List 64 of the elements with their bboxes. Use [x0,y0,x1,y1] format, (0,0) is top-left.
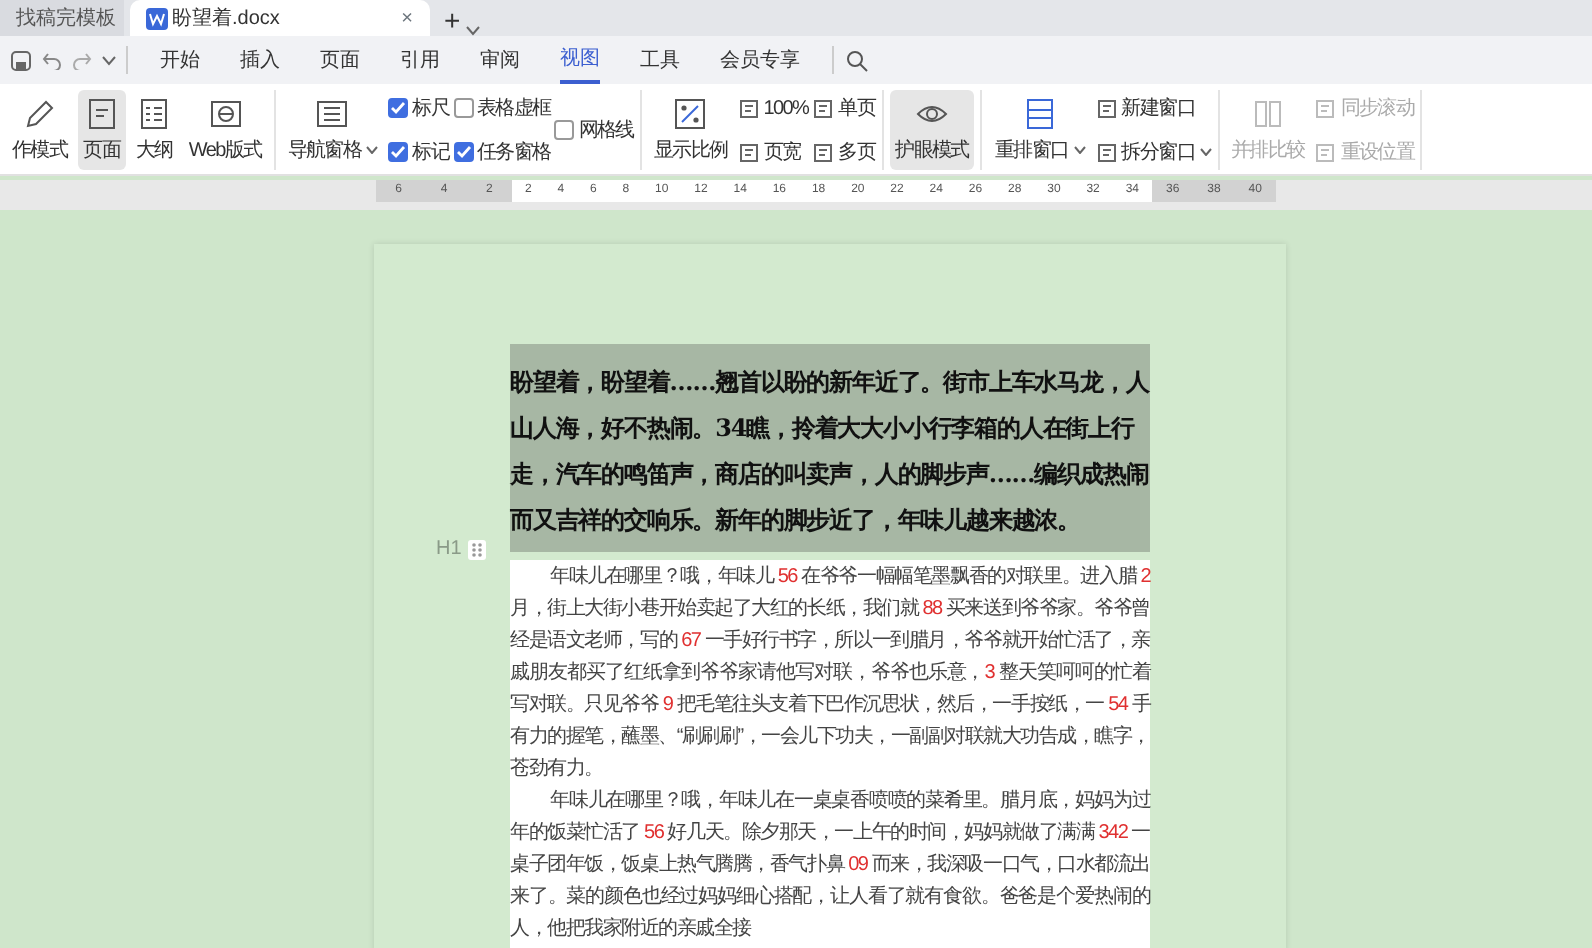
list-icon [136,95,173,131]
columns-icon [1249,95,1286,131]
page-icon [83,95,120,131]
new-tab-button[interactable]: + [444,4,461,36]
page-icon [812,141,835,163]
menu-tab[interactable]: 开始 [160,39,200,81]
ribbon-button[interactable]: 新建窗口 [1095,93,1211,123]
menu-tab[interactable]: 审阅 [480,39,520,81]
document-tab[interactable]: 找稿完模板 [0,0,124,36]
pencil-icon [21,95,58,131]
ribbon-button[interactable]: 多页 [812,137,876,167]
percent-icon [672,95,709,131]
ribbon-button[interactable]: 单页 [812,93,876,123]
ribbon-button[interactable]: 导航窗格 [281,90,385,170]
menu-tab[interactable]: 引用 [400,39,440,81]
menu-tab[interactable]: 插入 [240,39,280,81]
document-tab[interactable]: 盼望着.docx × [129,0,429,36]
undo-icon[interactable] [42,50,62,70]
page-icon [737,141,760,163]
caret-icon [366,146,379,154]
ribbon-button[interactable]: 大纲 [130,90,179,170]
caret-icon[interactable] [102,55,116,65]
heading-text: 盼望着，盼望着……翘首以盼的新年近了。街市上车水马龙，人山人海，好不热闹。34瞧，拎着大大小小行李箱的人在街上行走，汽车的鸣笛声，商店的叫卖声，人的脚步声……编织成热闹而又吉祥的交响乐。新年的脚步近了，年味儿越来越浓。 [510,344,1150,552]
menu-tab[interactable]: 会员专享 [720,39,800,81]
ribbon-button[interactable]: 100% [737,93,809,123]
checkbox-option[interactable]: 任务窗格 [453,137,551,167]
caret-icon [1073,146,1086,154]
page-icon [737,97,760,119]
checkbox-option[interactable]: 表格虚框 [453,93,551,123]
checkbox[interactable] [388,98,409,118]
checkbox[interactable] [453,98,474,118]
menu-tab[interactable]: 页面 [320,39,360,81]
close-button[interactable]: × [401,3,413,33]
checkbox[interactable] [554,120,575,140]
drag-handle-icon[interactable] [467,539,486,559]
list-icon [314,95,351,131]
ribbon-button[interactable]: 页宽 [737,137,809,167]
caret-icon [1199,148,1211,156]
checkbox-option[interactable]: 标记 [388,137,450,167]
menu-tab[interactable]: 工具 [640,39,680,81]
ribbon-button[interactable]: 显示比例 [647,90,734,170]
checkbox-option[interactable]: 网格线 [554,115,634,145]
ribbon-button[interactable]: 重排窗口 [988,90,1092,170]
ribbon-button[interactable]: 护眼模式 [889,90,975,170]
heading-level-label: H1 [436,536,462,564]
page-icon [1314,97,1337,119]
page-icon [812,97,835,119]
ribbon-button[interactable]: 拆分窗口 [1095,137,1211,167]
paragraph-text: 年味儿在哪里？哦，年味儿在一桌桌香喷喷的菜肴里。腊月底，妈妈为过年的饭菜忙活了 56 好几天。除夕那天，一上午的时间，妈妈就做了满满 342 一桌子团年饭，饭桌上热气腾腾，香气扑鼻 09 而来，我深吸一口气，口水都流出来了。菜的颜色也经过妈妈细心搭配，让人看了就有食欲。爸爸是个爱热闹的人，他把我家附近的亲戚全接 [510,787,1150,944]
page-icon [1314,141,1337,163]
paragraph-text: 年味儿在哪里？哦，年味儿 56 在爷爷一幅幅笔墨飘香的对联里。进入腊 2 月，街上大街小巷开始卖起了大红的长纸，我们就 88 买来送到爷爷家。爷爷曾经是语文老师，写的 67 一手好行书字，所以一到腊月，爷爷就开始忙活了，亲戚朋友都买了红纸拿到爷爷家请他写对联，爷爷也乐意，3 整天笑呵呵的忙着写对联。只见爷爷 9 把毛笔往头支着下巴作沉思状，然后，一手按纸，一 54 手有力的握笔，蘸墨、“刷刷刷”，一会儿下功夫，一副副对联就大功告成，瞧字，苍劲有力。 [510,563,1150,784]
window-icon [1022,95,1059,131]
ribbon-button[interactable]: 页面 [77,90,127,170]
search-icon[interactable] [846,49,868,71]
ribbon-button[interactable]: 作模式 [6,90,74,170]
save-icon[interactable] [10,49,32,71]
page-icon [1095,141,1118,163]
checkbox-option[interactable]: 标尺 [388,93,450,123]
ribbon-button[interactable]: Web版式 [182,90,268,170]
page-icon [1095,97,1118,119]
checkbox[interactable] [453,142,474,162]
checkbox[interactable] [388,142,409,162]
caret-icon[interactable] [465,26,480,36]
document-icon [145,7,167,29]
